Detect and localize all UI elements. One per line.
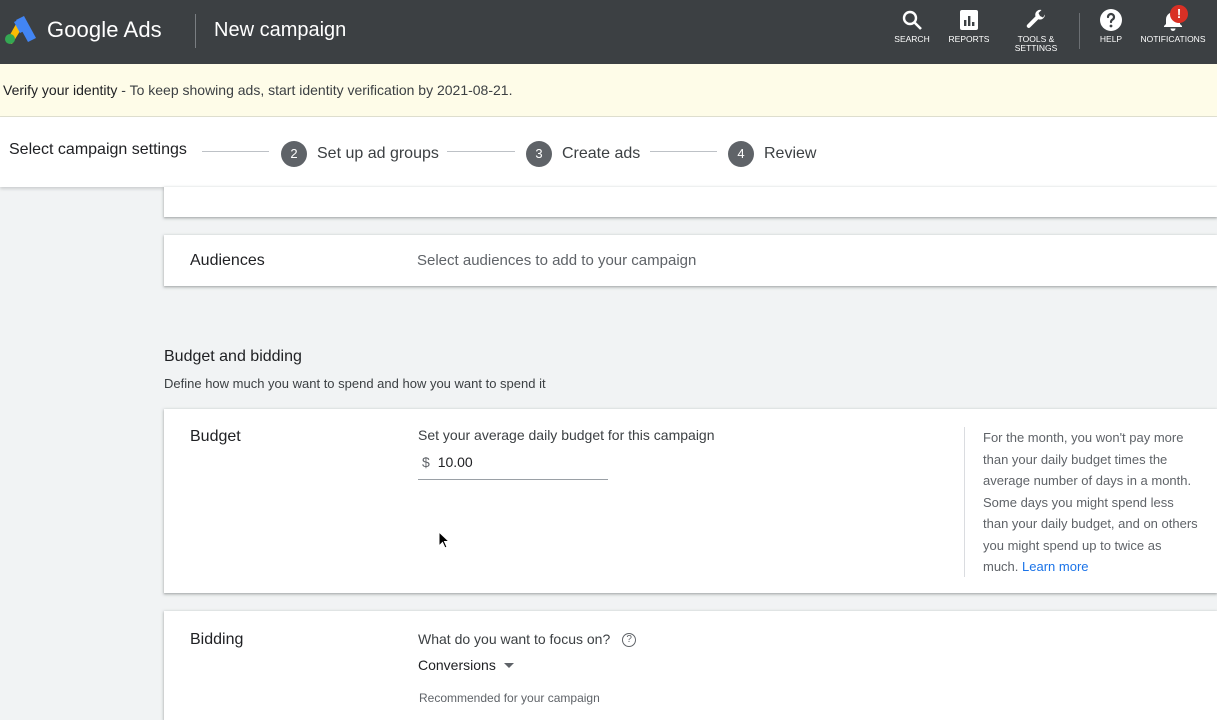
step-3-number: 3 (526, 141, 552, 167)
verify-message: - To keep showing ads, start identity ve… (117, 82, 513, 98)
step-current-label: Select campaign settings (9, 141, 187, 158)
learn-more-link[interactable]: Learn more (1022, 559, 1088, 574)
step-2-number: 2 (281, 141, 307, 167)
budget-value: 10.00 (437, 454, 473, 470)
reports-label: REPORTS (948, 34, 990, 44)
reports-button[interactable]: REPORTS (948, 8, 990, 44)
focus-selected-value: Conversions (418, 657, 496, 673)
topbar-separator (1079, 13, 1080, 49)
currency-symbol: $ (422, 454, 430, 470)
step-2-label: Set up ad groups (317, 145, 439, 162)
help-icon (1100, 9, 1122, 31)
bidding-recommendation-note: Recommended for your campaign (419, 691, 600, 705)
mouse-cursor-icon (438, 531, 450, 549)
brand-divider (195, 14, 196, 48)
step-connector (650, 151, 717, 152)
audiences-label: Audiences (190, 252, 265, 269)
notifications-button[interactable]: ! NOTIFICATIONS (1140, 5, 1206, 44)
brand-name: Google Ads (47, 17, 162, 42)
focus-select[interactable]: Conversions (418, 657, 514, 673)
search-button[interactable]: SEARCH (894, 8, 930, 44)
notifications-label: NOTIFICATIONS (1140, 34, 1206, 44)
tools-label-line2: SETTINGS (1014, 43, 1058, 53)
search-label: SEARCH (894, 34, 930, 44)
help-button[interactable]: HELP (1094, 8, 1128, 44)
budget-prompt: Set your average daily budget for this c… (418, 427, 715, 443)
page-title: New campaign (214, 19, 347, 41)
budget-help-text: For the month, you won't pay more than y… (983, 430, 1198, 574)
previous-settings-card (164, 187, 1217, 217)
search-icon (902, 10, 922, 30)
step-4[interactable]: 4 Review (728, 141, 816, 167)
step-4-number: 4 (728, 141, 754, 167)
audiences-description: Select audiences to add to your campaign (417, 252, 697, 269)
question-help-icon[interactable]: ? (622, 633, 637, 648)
step-2[interactable]: 2 Set up ad groups (281, 141, 439, 167)
verify-title: Verify your identity (3, 82, 118, 98)
step-connector (447, 151, 515, 152)
daily-budget-input[interactable]: $ 10.00 (418, 454, 608, 480)
campaign-stepper: Select campaign settings 2 Set up ad gro… (0, 117, 1217, 187)
section-subtitle: Define how much you want to spend and ho… (164, 376, 546, 391)
google-ads-logo-icon[interactable] (4, 16, 36, 44)
reports-icon (960, 10, 978, 30)
bidding-card: Bidding What do you want to focus on? ? … (164, 611, 1217, 720)
bidding-label: Bidding (190, 631, 244, 648)
bidding-question-text: What do you want to focus on? (418, 631, 611, 647)
step-3[interactable]: 3 Create ads (526, 141, 640, 167)
bidding-question: What do you want to focus on? ? (418, 631, 637, 648)
step-3-label: Create ads (562, 145, 641, 162)
help-label: HELP (1099, 34, 1123, 44)
section-title: Budget and bidding (164, 348, 302, 365)
notification-badge: ! (1170, 5, 1188, 23)
step-current[interactable]: Select campaign settings (9, 141, 187, 159)
wrench-icon (1026, 9, 1045, 28)
budget-label: Budget (190, 428, 241, 445)
budget-help: For the month, you won't pay more than y… (964, 427, 1200, 577)
verify-identity-banner: Verify your identity - To keep showing a… (0, 64, 1217, 117)
top-bar: Google Ads New campaign SEARCH REPORTS T… (0, 0, 1217, 64)
step-4-label: Review (764, 145, 817, 162)
audiences-card[interactable]: Audiences Select audiences to add to you… (164, 235, 1217, 286)
dropdown-caret-icon (503, 662, 514, 668)
step-connector (202, 151, 269, 152)
budget-card: Budget Set your average daily budget for… (164, 409, 1217, 593)
tools-settings-button[interactable]: TOOLS & SETTINGS (1012, 8, 1060, 53)
